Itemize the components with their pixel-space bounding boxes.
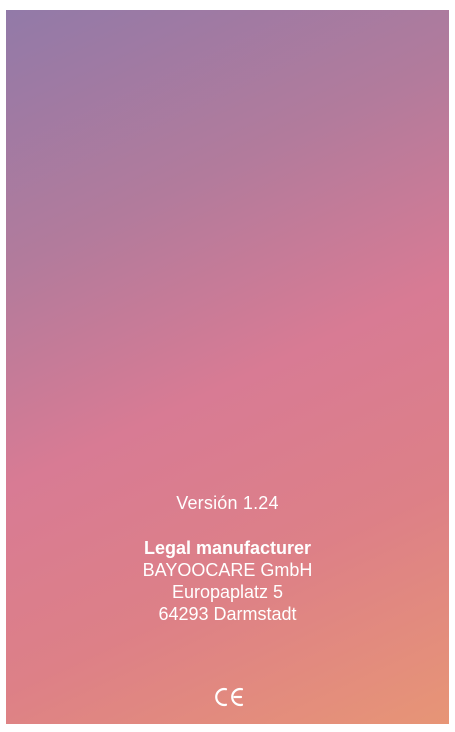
manufacturer-street: Europaplatz 5 <box>171 582 284 602</box>
manufacturer-title: Legal manufacturer <box>143 538 312 558</box>
ce-mark-icon <box>214 687 243 707</box>
manufacturer-city: 64293 Darmstadt <box>158 604 297 624</box>
about-screen: Versión 1.24 Legal manufacturer BAYOOCAR… <box>6 10 449 724</box>
manufacturer-block: Legal manufacturer BAYOOCARE GmbH Europa… <box>6 537 449 625</box>
app-info: Versión 1.24 Legal manufacturer BAYOOCAR… <box>6 492 449 625</box>
ce-mark-icon <box>6 682 449 712</box>
manufacturer-company: BAYOOCARE GmbH <box>142 560 313 580</box>
version-label: Versión 1.24 <box>176 493 279 513</box>
